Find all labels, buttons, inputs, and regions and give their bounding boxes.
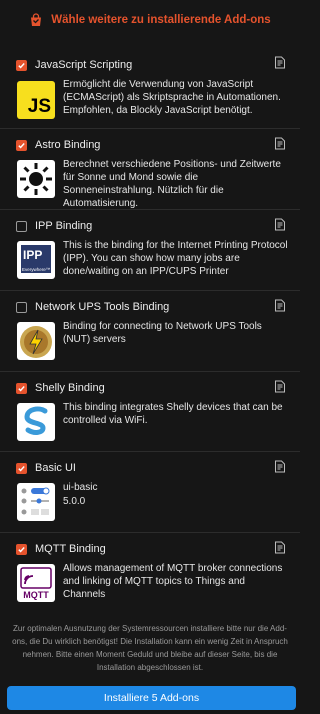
basic-ui-logo <box>17 483 55 521</box>
shopping-bag-icon <box>31 13 42 26</box>
addon-checkbox[interactable] <box>16 301 27 313</box>
installation-hint: Zur optimalen Ausnutzung der Systemresso… <box>12 624 288 672</box>
addon-name: Astro Binding <box>35 139 101 151</box>
addon-name: Network UPS Tools Binding <box>35 301 170 313</box>
page-title: Wähle weitere zu installierende Add-ons <box>51 14 271 26</box>
checkmark-icon <box>18 546 25 553</box>
shelly-s-icon <box>24 406 48 435</box>
addon-name: Basic UI <box>35 462 76 474</box>
ui-controls-icon <box>21 487 50 515</box>
addon-checkbox[interactable] <box>16 462 27 474</box>
documentation-icon[interactable] <box>274 137 286 150</box>
sun-logo <box>17 160 55 198</box>
addon-description: This is the binding for the Internet Pri… <box>63 240 288 277</box>
sun-icon <box>20 163 52 195</box>
checkmark-icon <box>18 465 25 472</box>
documentation-icon[interactable] <box>274 541 286 554</box>
ipp-logo-text: IPP <box>23 248 43 262</box>
addon-name: IPP Binding <box>35 220 93 232</box>
addon-checkbox[interactable] <box>16 220 27 232</box>
ipp-logo-subtext: Everywhere™ <box>22 267 51 272</box>
addon-header: MQTT Binding <box>16 543 106 555</box>
addon-description: Allows management of MQTT broker connect… <box>63 563 283 600</box>
addon-description: Berechnet verschiedene Positions- und Ze… <box>63 159 281 209</box>
shelly-logo <box>17 403 55 441</box>
nut-logo <box>17 322 55 360</box>
documentation-icon[interactable] <box>274 380 286 393</box>
checkmark-icon <box>18 385 25 392</box>
nut-lightning-icon <box>20 326 52 358</box>
addon-version: 5.0.0 <box>63 496 86 507</box>
addon-header: JavaScript Scripting <box>16 59 132 71</box>
addon-name: JavaScript Scripting <box>35 59 133 71</box>
addon-description: Binding for connecting to Network UPS To… <box>63 321 262 345</box>
addon-checkbox[interactable] <box>16 139 27 151</box>
addon-header: IPP Binding <box>16 220 92 232</box>
mqtt-logo: MQTT <box>17 564 55 602</box>
addon-list: JavaScript Scripting JS Ermöglicht die V… <box>0 50 300 613</box>
checkmark-icon <box>18 142 25 149</box>
checkmark-icon <box>18 62 25 69</box>
page-header: Wähle weitere zu installierende Add-ons <box>0 0 300 40</box>
documentation-icon[interactable] <box>274 218 286 231</box>
documentation-icon[interactable] <box>274 56 286 69</box>
addon-name: MQTT Binding <box>35 543 106 555</box>
addon-item-astro-binding[interactable]: Astro Binding Berechnet verschiedene Pos… <box>0 129 300 210</box>
addon-item-basic-ui[interactable]: Basic UI ui-basic 5.0.0 <box>0 452 300 533</box>
addon-header: Basic UI <box>16 462 76 474</box>
addon-item-network-ups-tools-binding[interactable]: Network UPS Tools Binding Binding for co… <box>0 291 300 372</box>
addon-header: Astro Binding <box>16 139 100 151</box>
addon-item-javascript-scripting[interactable]: JavaScript Scripting JS Ermöglicht die V… <box>0 50 300 129</box>
printer-icon: IPP Everywhere™ <box>21 245 51 273</box>
addon-item-ipp-binding[interactable]: IPP Binding IPP Everywhere™ This is the … <box>0 210 300 291</box>
addon-checkbox[interactable] <box>16 59 27 71</box>
addon-header: Shelly Binding <box>16 382 105 394</box>
addon-id: ui-basic <box>63 482 98 493</box>
addon-description: Ermöglicht die Verwendung von JavaScript… <box>63 79 281 116</box>
js-logo: JS <box>17 81 55 119</box>
documentation-icon[interactable] <box>274 299 286 312</box>
addon-checkbox[interactable] <box>16 543 27 555</box>
addon-item-shelly-binding[interactable]: Shelly Binding This binding integrates S… <box>0 372 300 452</box>
addon-header: Network UPS Tools Binding <box>16 301 169 313</box>
addon-description: This binding integrates Shelly devices t… <box>63 402 283 426</box>
mqtt-logo-text: MQTT <box>23 590 49 600</box>
addon-checkbox[interactable] <box>16 382 27 394</box>
addon-item-mqtt-binding[interactable]: MQTT Binding MQTT Allows management of M… <box>0 533 300 613</box>
ipp-logo: IPP Everywhere™ <box>17 241 55 279</box>
documentation-icon[interactable] <box>274 460 286 473</box>
addon-name: Shelly Binding <box>35 382 105 394</box>
install-addons-button[interactable]: Installiere 5 Add-ons <box>7 686 296 710</box>
